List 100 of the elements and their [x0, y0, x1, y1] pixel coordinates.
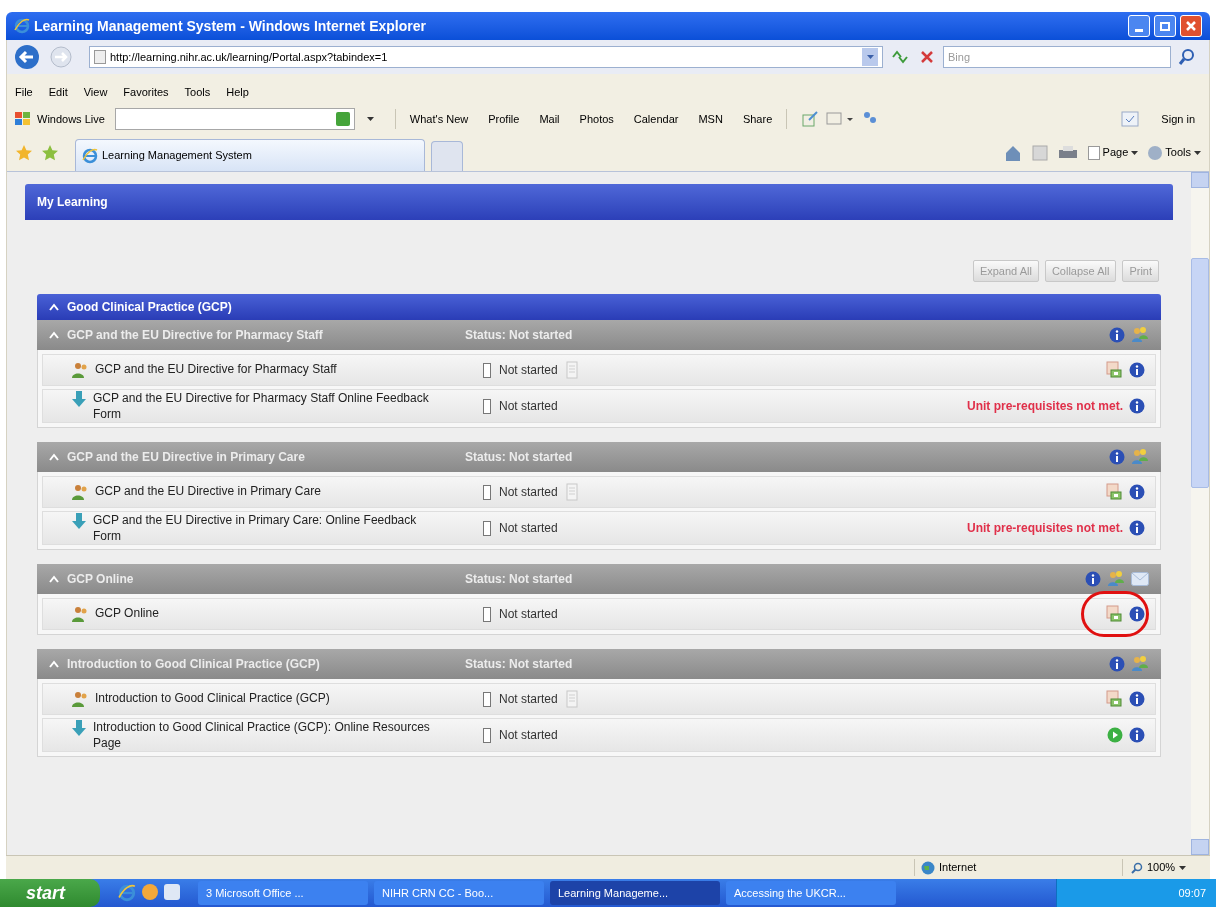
- page-icon: [94, 50, 106, 64]
- toolbar-link[interactable]: MSN: [698, 110, 723, 128]
- browser-icon: [82, 147, 98, 164]
- dropdown-icon[interactable]: [1194, 150, 1201, 155]
- start-button[interactable]: start: [0, 879, 100, 907]
- prerequisite-warning: Unit pre-requisites not met.: [966, 520, 1123, 537]
- section-title: GCP and the EU Directive for Pharmacy Staff: [67, 327, 323, 344]
- status-icon: [483, 398, 491, 414]
- info-icon[interactable]: [1085, 571, 1101, 587]
- dropdown-button[interactable]: [862, 48, 878, 66]
- toolbar-link[interactable]: Profile: [488, 110, 520, 128]
- info-icon[interactable]: [1129, 484, 1145, 500]
- toolbar-link[interactable]: Mail: [539, 110, 560, 128]
- home-icon[interactable]: [1003, 143, 1022, 162]
- item-status: Not started: [499, 520, 558, 537]
- course-title[interactable]: GCP and the EU Directive for Pharmacy Staff Online Feedback Form: [93, 390, 433, 422]
- mail-icon[interactable]: [1131, 572, 1149, 586]
- item-status: Not started: [499, 362, 558, 379]
- command-label[interactable]: Tools: [1165, 144, 1191, 161]
- dropdown-icon[interactable]: [1179, 865, 1187, 870]
- menu-item[interactable]: Favorites: [123, 83, 169, 101]
- down-arrow-icon: [71, 390, 87, 408]
- info-icon[interactable]: [1129, 520, 1145, 536]
- checkbox-icon[interactable]: [1121, 111, 1140, 127]
- status-icon: [483, 520, 491, 536]
- live-search-field[interactable]: [114, 108, 355, 130]
- course-title[interactable]: GCP and the EU Directive in Primary Care: Online Feedback Form: [93, 512, 433, 544]
- collapse-icon[interactable]: [49, 303, 59, 311]
- section-status: Status: Not started: [465, 449, 574, 466]
- new-tab-button[interactable]: [431, 141, 463, 171]
- document-icon: [565, 483, 578, 501]
- status-icon: [483, 362, 491, 378]
- status-icon: [483, 727, 491, 743]
- app-icon[interactable]: [164, 884, 180, 900]
- command-label[interactable]: Page: [1102, 144, 1129, 161]
- scrollbar[interactable]: [1191, 172, 1209, 855]
- window-icon[interactable]: [825, 111, 856, 127]
- collapse-icon[interactable]: [49, 575, 59, 583]
- taskbar-button[interactable]: Accessing the UKCR...: [726, 881, 896, 905]
- group-header[interactable]: Good Clinical Practice (GCP): [37, 294, 1161, 320]
- print-icon[interactable]: [1057, 144, 1078, 161]
- forward-icon[interactable]: [49, 45, 73, 69]
- collapse-icon[interactable]: [49, 453, 59, 461]
- page-title: My Learning: [37, 194, 108, 211]
- dropdown-icon[interactable]: [367, 117, 375, 121]
- search-field[interactable]: Bing: [943, 46, 1171, 68]
- launch-icon[interactable]: [1105, 605, 1123, 623]
- launch-icon[interactable]: [1105, 361, 1123, 379]
- info-icon[interactable]: [1109, 656, 1125, 672]
- collapse-icon[interactable]: [49, 331, 59, 339]
- add-favorite-icon[interactable]: [41, 143, 59, 162]
- sign-in-link[interactable]: Sign in: [1161, 110, 1195, 128]
- menu-item[interactable]: Edit: [48, 83, 68, 101]
- address-field[interactable]: http://learning.nihr.ac.uk/learning/Portal.aspx?tabindex=1: [89, 46, 883, 68]
- group-title: Good Clinical Practice (GCP): [67, 299, 232, 316]
- section-title: GCP Online: [67, 571, 134, 588]
- browser-tab[interactable]: Learning Management System: [75, 139, 425, 171]
- edit-icon[interactable]: [801, 110, 820, 128]
- play-icon[interactable]: [1107, 727, 1123, 743]
- item-status: Not started: [499, 727, 558, 744]
- info-icon[interactable]: [1129, 606, 1145, 622]
- launch-icon[interactable]: [1105, 483, 1123, 501]
- app-icon[interactable]: [142, 884, 158, 900]
- menu-item[interactable]: Tools: [184, 83, 211, 101]
- launch-icon[interactable]: [1105, 690, 1123, 708]
- taskbar-button[interactable]: 3 Microsoft Office ...: [198, 881, 368, 905]
- close-button[interactable]: [1180, 15, 1202, 37]
- status-icon: [483, 484, 491, 500]
- menu-item[interactable]: Help: [226, 83, 249, 101]
- taskbar-button[interactable]: NIHR CRN CC - Boo...: [374, 881, 544, 905]
- taskbar-button[interactable]: Learning Manageme...: [550, 881, 720, 905]
- toolbar-link[interactable]: Calendar: [633, 110, 679, 128]
- info-icon[interactable]: [1129, 727, 1145, 743]
- zoom-level[interactable]: 100%: [1147, 859, 1176, 876]
- course-title[interactable]: Introduction to Good Clinical Practice (GCP): Online Resources Page: [93, 719, 433, 751]
- course-title[interactable]: GCP and the EU Directive for Pharmacy Staff: [95, 361, 435, 377]
- dropdown-icon[interactable]: [1131, 150, 1139, 155]
- restore-button[interactable]: [1154, 15, 1176, 37]
- toolbar-link[interactable]: What's New: [409, 110, 469, 128]
- zoom-icon[interactable]: [1131, 861, 1143, 874]
- browser-icon: [118, 884, 136, 902]
- info-icon[interactable]: [1109, 449, 1125, 465]
- toolbar-link[interactable]: Photos: [579, 110, 614, 128]
- minimize-button[interactable]: [1128, 15, 1150, 37]
- window-title: Learning Management System - Windows Internet Explorer: [34, 16, 427, 36]
- info-icon[interactable]: [1129, 691, 1145, 707]
- zone-label: Internet: [939, 860, 977, 876]
- page-icon[interactable]: [1087, 145, 1100, 160]
- course-title[interactable]: GCP Online: [95, 605, 435, 621]
- menu-item[interactable]: File: [15, 83, 33, 101]
- collapse-icon[interactable]: [49, 660, 59, 668]
- info-icon[interactable]: [1129, 362, 1145, 378]
- star-icon[interactable]: [15, 143, 33, 162]
- info-icon[interactable]: [1109, 327, 1125, 343]
- course-title[interactable]: GCP and the EU Directive in Primary Care: [95, 483, 435, 499]
- course-title[interactable]: Introduction to Good Clinical Practice (GCP): [95, 690, 435, 706]
- info-icon[interactable]: [1129, 398, 1145, 414]
- menu-item[interactable]: View: [83, 83, 108, 101]
- item-status: Not started: [499, 484, 558, 501]
- toolbar-link[interactable]: Share: [742, 110, 773, 128]
